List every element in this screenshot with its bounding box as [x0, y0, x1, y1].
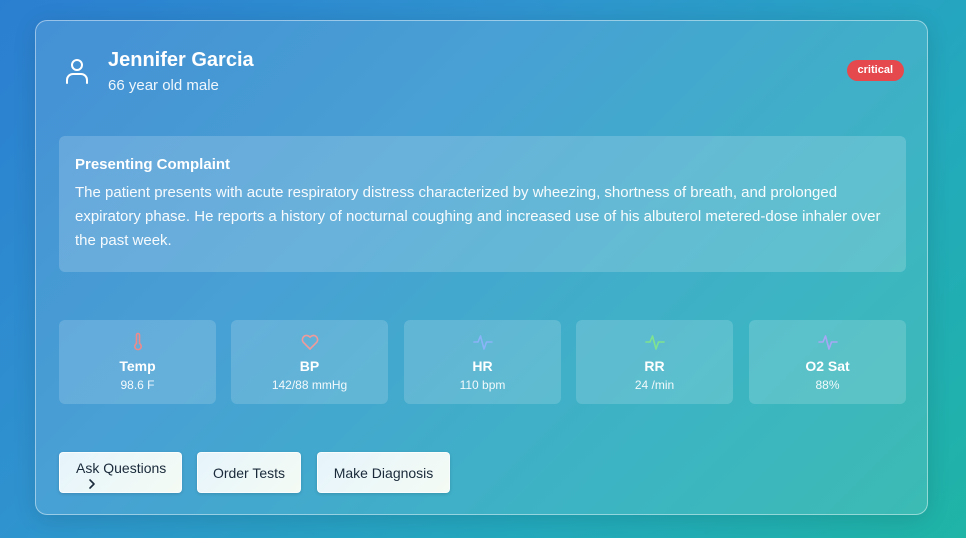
- vital-temp: Temp 98.6 F: [59, 320, 216, 404]
- user-icon: [66, 59, 88, 84]
- ask-questions-label: Ask Questions: [76, 459, 167, 476]
- vital-bp: BP 142/88 mmHg: [231, 320, 388, 404]
- vital-rr: RR 24 /min: [576, 320, 733, 404]
- vital-value: 142/88 mmHg: [271, 378, 348, 392]
- ask-questions-button[interactable]: Ask Questions: [59, 452, 182, 493]
- vital-value: 98.6 F: [120, 378, 155, 392]
- vital-label: BP: [299, 358, 320, 374]
- vital-value: 110 bpm: [459, 378, 506, 392]
- vital-label: RR: [644, 358, 665, 374]
- make-diagnosis-button[interactable]: Make Diagnosis: [317, 452, 450, 493]
- pulse-icon: [644, 335, 665, 350]
- status-badge: critical: [846, 60, 904, 81]
- order-tests-button[interactable]: Order Tests: [197, 452, 301, 493]
- patient-demographics: 66 year old male: [108, 77, 219, 94]
- pulse-icon: [472, 335, 493, 350]
- complaint-text: The patient presents with acute respirat…: [75, 184, 881, 249]
- thermometer-icon: [133, 332, 142, 351]
- vital-label: Temp: [119, 358, 156, 374]
- vital-value: 24 /min: [634, 378, 675, 392]
- vital-label: HR: [472, 358, 493, 374]
- patient-name: Jennifer Garcia: [108, 49, 254, 71]
- complaint-title: Presenting Complaint: [75, 156, 231, 173]
- vitals-row: Temp 98.6 F BP 142/88 mmHg HR 110 bpm RR…: [59, 320, 906, 404]
- vital-value: 88%: [815, 378, 840, 392]
- vital-label: O2 Sat: [805, 358, 850, 374]
- heart-icon: [301, 334, 318, 350]
- patient-case-card: Jennifer Garcia 66 year old male critica…: [35, 20, 928, 515]
- pulse-icon: [817, 335, 838, 350]
- chevron-right-icon: [89, 478, 95, 489]
- presenting-complaint-panel: Presenting Complaint The patient present…: [59, 136, 906, 272]
- vital-o2-sat: O2 Sat 88%: [749, 320, 906, 404]
- vital-hr: HR 110 bpm: [404, 320, 561, 404]
